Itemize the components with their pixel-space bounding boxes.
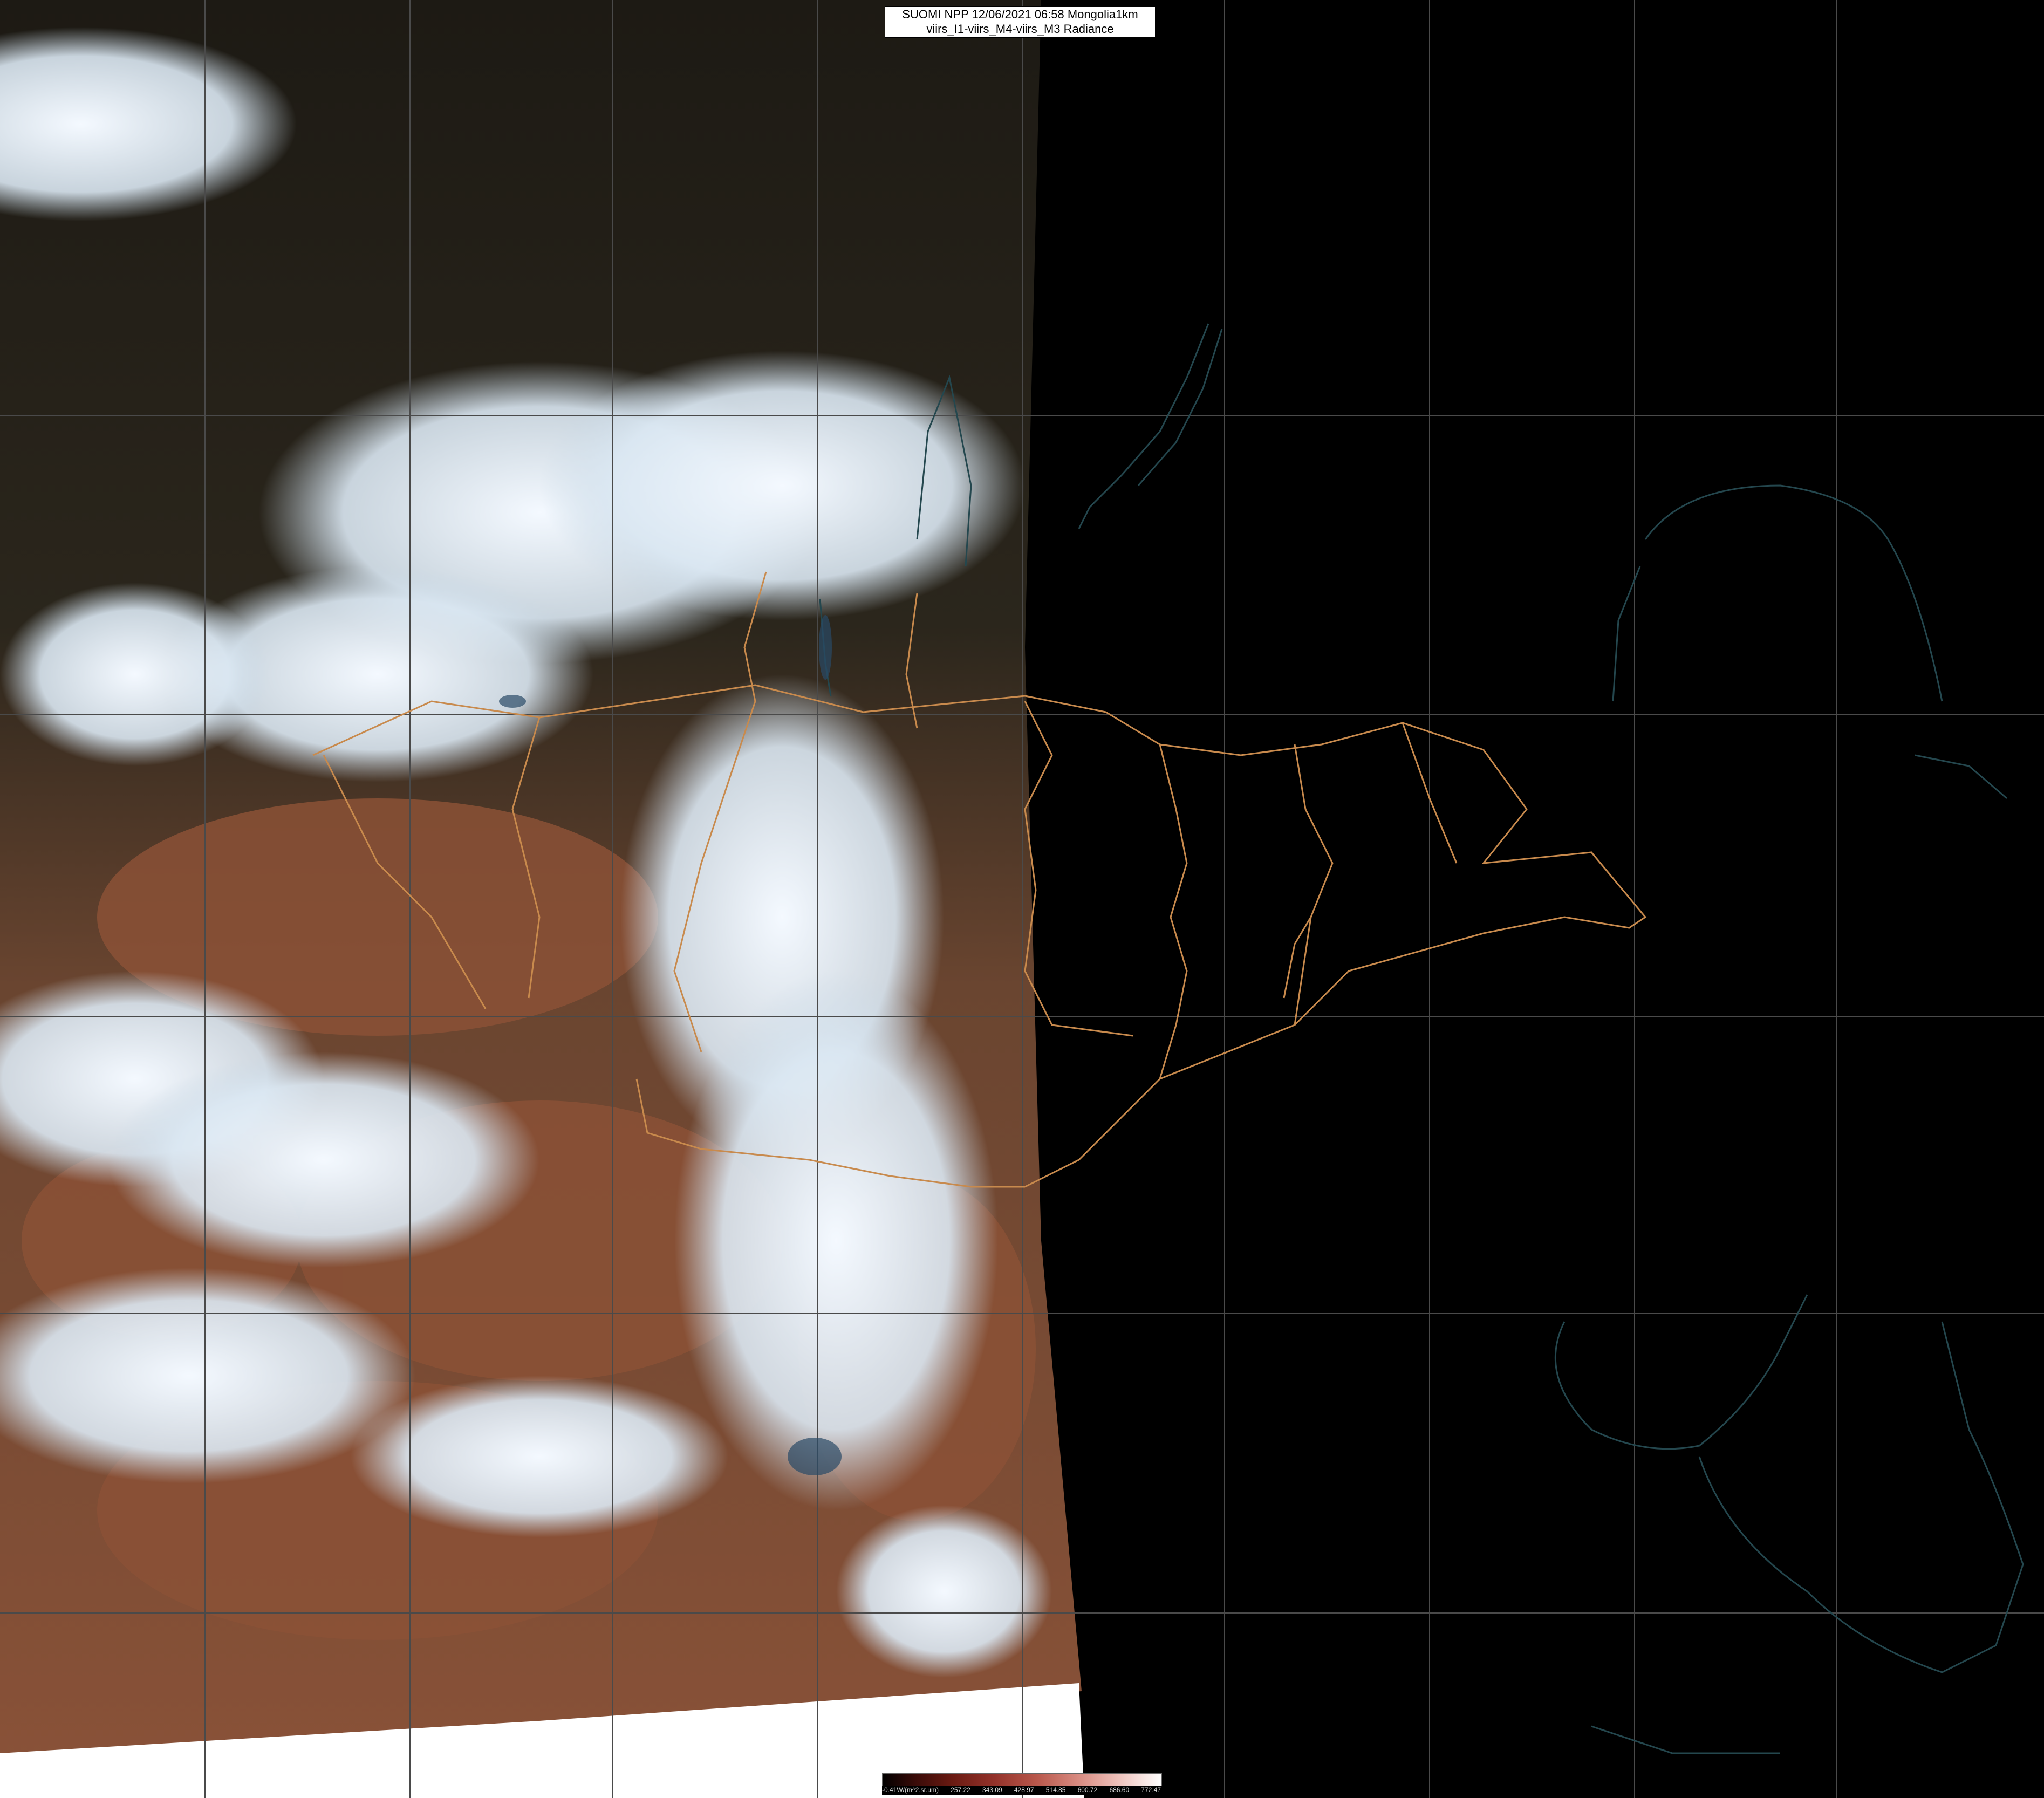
colorbar-tick: 428.97: [1014, 1786, 1034, 1794]
colorbar-tick: 257.22: [951, 1786, 970, 1794]
radiance-colorbar: -0.41W/(m^2.sr.um) 257.22 343.09 428.97 …: [882, 1773, 1162, 1795]
satellite-image: [0, 0, 2044, 1798]
colorbar-tick: 772.47: [1141, 1786, 1161, 1794]
title-line-1: SUOMI NPP 12/06/2021 06:58 Mongolia1km: [902, 8, 1138, 21]
colorbar-gradient: [882, 1773, 1162, 1786]
colorbar-tick: 343.09: [982, 1786, 1002, 1794]
colorbar-tick: 514.85: [1045, 1786, 1066, 1794]
colorbar-tick: 600.72: [1077, 1786, 1098, 1794]
colorbar-tick: 686.60: [1109, 1786, 1130, 1794]
title-caption: SUOMI NPP 12/06/2021 06:58 Mongolia1km v…: [885, 6, 1156, 38]
title-line-2: viirs_I1-viirs_M4-viirs_M3 Radiance: [926, 22, 1114, 36]
colorbar-unit-label: -0.41W/(m^2.sr.um): [882, 1786, 939, 1794]
colorbar-ticks: -0.41W/(m^2.sr.um) 257.22 343.09 428.97 …: [882, 1785, 1161, 1795]
